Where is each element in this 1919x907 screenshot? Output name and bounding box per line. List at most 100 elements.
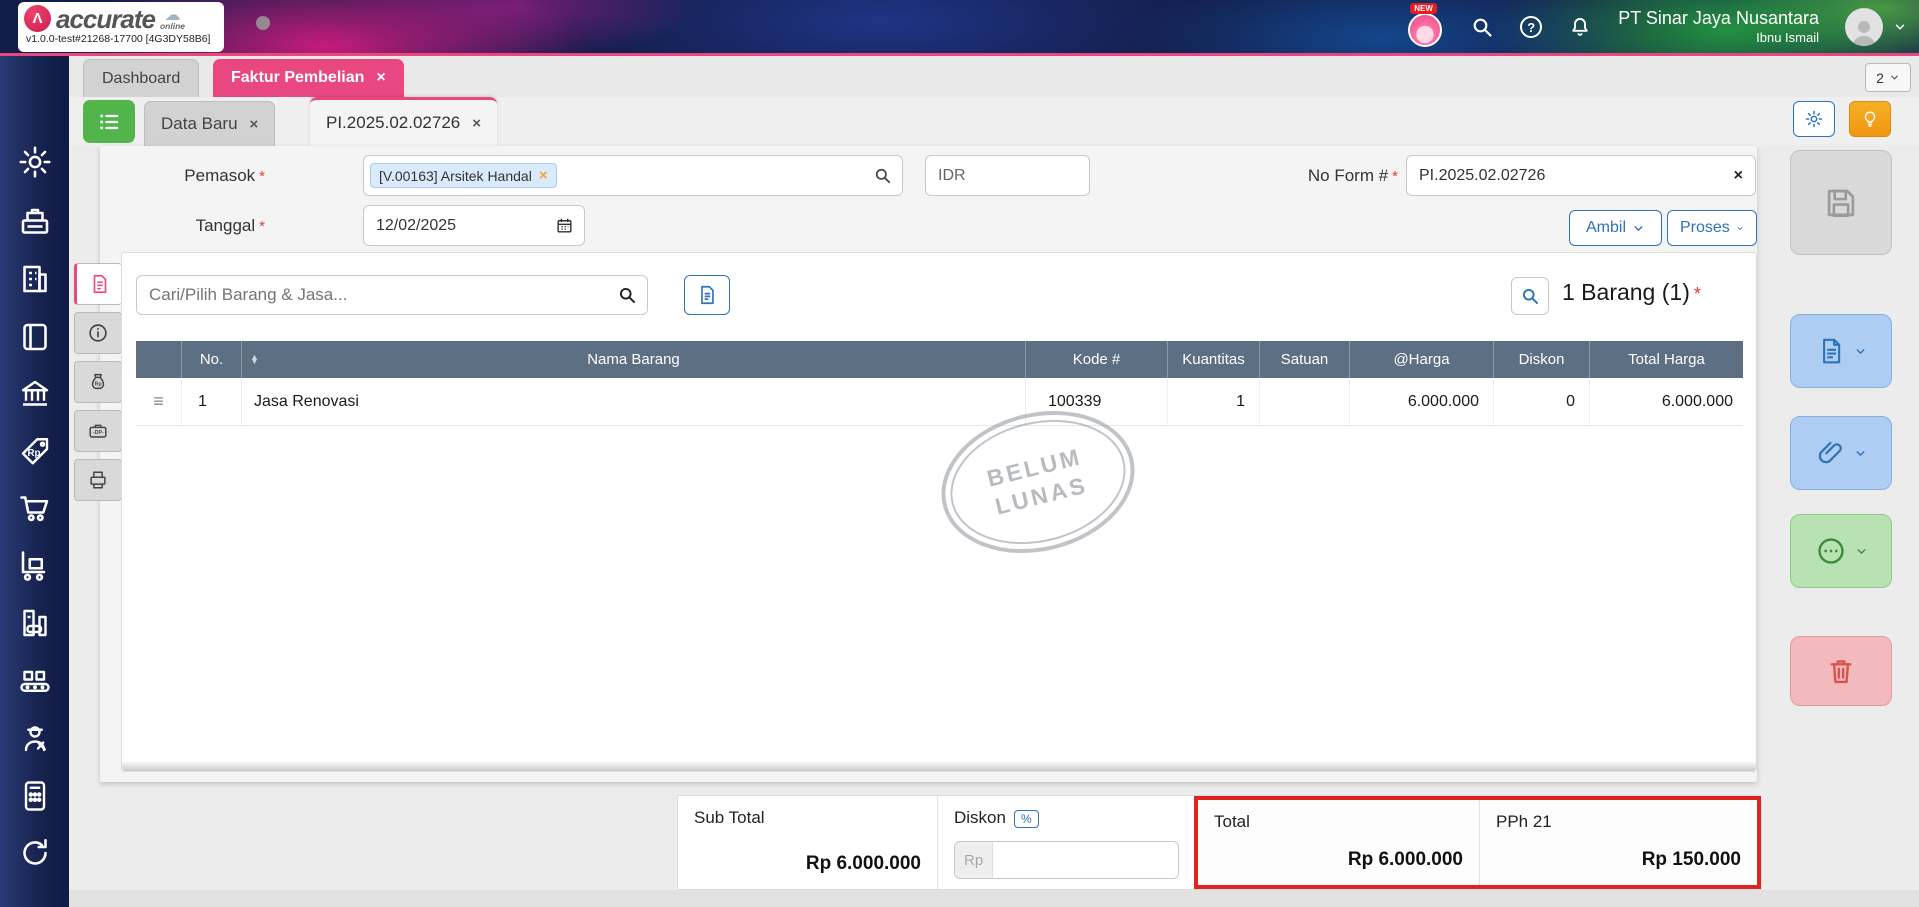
side-tab-down-payment-money[interactable]: Rp (74, 361, 122, 403)
no-form-input[interactable]: × (1406, 155, 1756, 196)
help-icon[interactable]: ? (1520, 16, 1543, 38)
item-search-box[interactable] (136, 275, 648, 315)
no-form-label: No Form # * (1307, 166, 1398, 185)
tab-overflow-count[interactable]: 2 (1865, 63, 1911, 92)
row-kuantitas: 1 (1167, 378, 1259, 425)
pemasok-text-input[interactable] (556, 166, 873, 185)
item-search-input[interactable] (137, 285, 617, 305)
table-row[interactable]: ≡ 1 Jasa Renovasi 100339 1 6.000.000 0 6… (136, 378, 1743, 426)
user-avatar[interactable] (1845, 8, 1883, 46)
company-name: PT Sinar Jaya Nusantara (1618, 8, 1819, 29)
delete-button[interactable] (1790, 636, 1892, 706)
header-satuan: Satuan (1259, 341, 1349, 378)
no-form-text-input[interactable] (1407, 166, 1734, 185)
pph21-value: Rp 150.000 (1641, 849, 1741, 870)
document-tab-bar: Data Baru × PI.2025.02.02726 × (69, 97, 1919, 146)
version-text: v1.0.0-test#21268-17700 [4G3DY58B6] (18, 32, 224, 47)
journal-book-icon[interactable] (17, 319, 53, 355)
print-document-button[interactable] (1790, 314, 1892, 388)
header-harga: @Harga (1349, 341, 1493, 378)
brand-name: accurate (56, 3, 156, 34)
tanggal-text-input[interactable] (364, 216, 555, 235)
totals-bar: Sub Total Rp 6.000.000 Diskon% Rp Total … (677, 795, 1762, 890)
more-actions-button[interactable] (1790, 514, 1892, 588)
tab-data-baru-label: Data Baru (161, 114, 238, 133)
row-diskon: 0 (1493, 378, 1589, 425)
diskon-amount-input[interactable] (993, 851, 1178, 869)
list-view-button[interactable] (83, 100, 135, 143)
mascot-assistant[interactable]: NEW (1408, 3, 1444, 47)
header-total-harga: Total Harga (1589, 341, 1743, 378)
pemasok-input[interactable]: [V.00163] Arsitek Handal × (363, 155, 903, 196)
sales-tag-icon[interactable]: Rp (17, 434, 53, 470)
row-no: 1 (181, 378, 241, 425)
tab-dashboard-label: Dashboard (102, 69, 181, 87)
header-handle-cell (136, 341, 181, 378)
tips-lightbulb-button[interactable] (1849, 101, 1891, 137)
sort-icon[interactable]: ▲ ▼ (250, 352, 259, 366)
calculator-icon[interactable] (17, 778, 53, 814)
items-card: 1 Barang (1)* No. ▲▼ Nama Barang Kode # … (121, 252, 1757, 772)
side-tab-invoice-detail[interactable] (74, 263, 122, 305)
accurate-logo-icon: Λ (24, 5, 51, 32)
side-tab-info[interactable] (74, 312, 122, 354)
tanggal-input[interactable] (363, 205, 585, 246)
diskon-input[interactable]: Rp (954, 841, 1179, 879)
item-lookup-button[interactable] (1511, 277, 1549, 315)
tab-data-baru[interactable]: Data Baru × (144, 101, 276, 146)
pemasok-chip-remove-icon[interactable]: × (539, 167, 548, 184)
tanggal-label: Tanggal * (195, 216, 265, 235)
notification-bell-icon[interactable] (1568, 15, 1592, 39)
header-nama-barang: ▲ ▼ Nama Barang (241, 341, 1025, 378)
items-table: No. ▲ ▼ Nama Barang Kode # Kuantitas Satu… (136, 341, 1743, 426)
tab-close-icon[interactable]: × (376, 69, 385, 87)
ambil-button[interactable]: Ambil (1569, 210, 1662, 246)
svg-text:-DP-: -DP- (93, 430, 104, 436)
fixed-asset-icon[interactable] (17, 605, 53, 641)
side-tab-documents[interactable] (74, 459, 122, 501)
item-template-button[interactable] (684, 275, 730, 315)
subtotal-value: Rp 6.000.000 (805, 853, 921, 874)
print-chevron-down-icon (1856, 348, 1864, 354)
tab-dashboard[interactable]: Dashboard (83, 59, 200, 97)
integration-sync-icon[interactable] (17, 835, 53, 871)
attachment-button[interactable] (1790, 416, 1892, 490)
bottom-strip (69, 890, 1919, 907)
bank-icon[interactable] (17, 376, 53, 412)
row-drag-handle[interactable]: ≡ (136, 378, 181, 425)
tab-invoice-number[interactable]: PI.2025.02.02726 × (310, 97, 497, 146)
total-value: Rp 6.000.000 (1347, 849, 1463, 870)
pph21-section: PPh 21 Rp 150.000 (1480, 800, 1757, 885)
manufacture-conveyor-icon[interactable] (17, 663, 53, 699)
search-icon[interactable] (1470, 15, 1494, 39)
calendar-icon[interactable] (555, 216, 574, 235)
account-chevron-down-icon[interactable] (1893, 20, 1907, 34)
purchase-cart-icon[interactable] (17, 490, 53, 526)
tab-data-baru-close-icon[interactable]: × (250, 116, 259, 133)
item-count: 1 Barang (1) * (1562, 279, 1701, 305)
pemasok-search-icon[interactable] (873, 166, 892, 185)
diskon-label: Diskon% (954, 808, 1177, 828)
top-header: NEW ? PT Sinar Jaya Nusantara Ibnu Ismai… (0, 0, 1919, 54)
brand-logo-card: Λ accurate ☁ online v1.0.0-test#21268-17… (18, 2, 224, 52)
item-search-icon[interactable] (617, 285, 637, 305)
save-button[interactable] (1790, 150, 1892, 255)
proses-button[interactable]: Proses (1667, 210, 1757, 246)
tab-faktur-pembelian[interactable]: Faktur Pembelian × (213, 59, 404, 97)
row-harga: 6.000.000 (1349, 378, 1493, 425)
row-satuan (1259, 378, 1349, 425)
company-building-icon[interactable] (17, 261, 53, 297)
diskon-percent-toggle[interactable]: % (1013, 810, 1039, 828)
form-settings-button[interactable] (1793, 101, 1835, 137)
tab-faktur-label: Faktur Pembelian (231, 69, 365, 86)
side-tab-down-payment-case[interactable]: -DP- (74, 410, 122, 452)
cash-register-icon[interactable] (17, 204, 53, 240)
tab-invoice-close-icon[interactable]: × (472, 115, 481, 132)
total-section: Total Rp 6.000.000 (1198, 800, 1480, 885)
inventory-trolley-icon[interactable] (17, 548, 53, 584)
horizontal-scrollbar[interactable] (122, 761, 1756, 771)
no-form-clear-icon[interactable]: × (1734, 167, 1743, 185)
services-captain-icon[interactable] (17, 720, 53, 756)
settings-icon[interactable] (17, 144, 53, 180)
main-sidebar: Rp (0, 54, 69, 907)
